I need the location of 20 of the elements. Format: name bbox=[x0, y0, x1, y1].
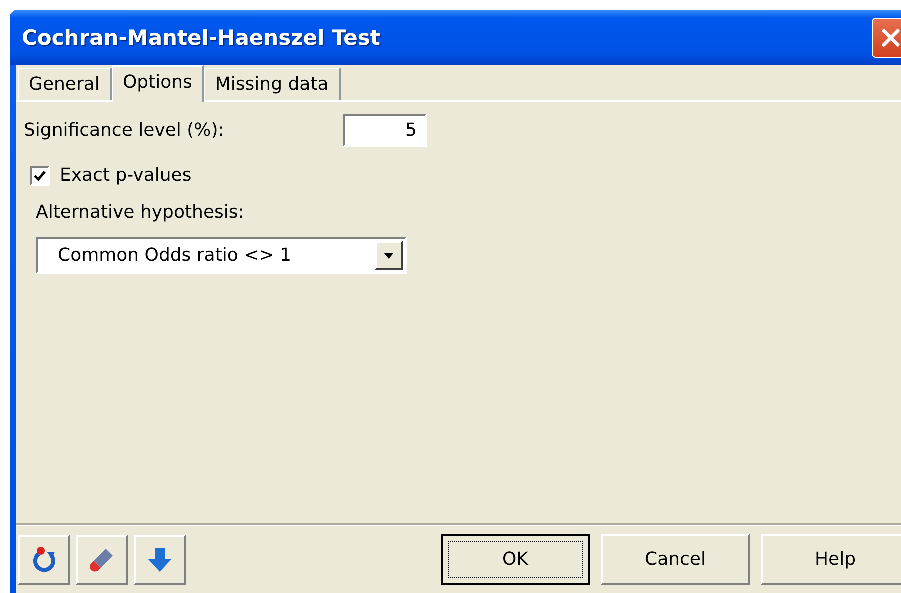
checkbox[interactable] bbox=[30, 166, 50, 186]
window-title: Cochran-Mantel-Haenszel Test bbox=[22, 26, 380, 50]
tab[interactable]: Missing data bbox=[204, 68, 341, 100]
down-arrow-icon bbox=[146, 546, 174, 574]
tab[interactable]: Options bbox=[112, 65, 204, 102]
tool-button[interactable] bbox=[18, 534, 70, 584]
tool-button[interactable] bbox=[76, 534, 128, 584]
checkmark-icon bbox=[33, 168, 47, 182]
tab[interactable]: General bbox=[18, 68, 112, 100]
dialog-button[interactable]: OK bbox=[441, 534, 590, 585]
field-label: Alternative hypothesis: bbox=[36, 202, 246, 223]
dropdown[interactable]: Common Odds ratio <> 1 bbox=[36, 237, 407, 274]
tool-button[interactable] bbox=[134, 534, 186, 584]
input-field[interactable]: 5 bbox=[343, 114, 427, 147]
field-label: Significance level (%): bbox=[24, 120, 226, 141]
dialog-button[interactable]: Help bbox=[761, 534, 901, 585]
dialog-button[interactable]: Cancel bbox=[601, 534, 750, 585]
checkbox-label: Exact p-values bbox=[60, 165, 192, 186]
close-icon bbox=[880, 26, 901, 48]
close-button[interactable] bbox=[872, 18, 901, 58]
